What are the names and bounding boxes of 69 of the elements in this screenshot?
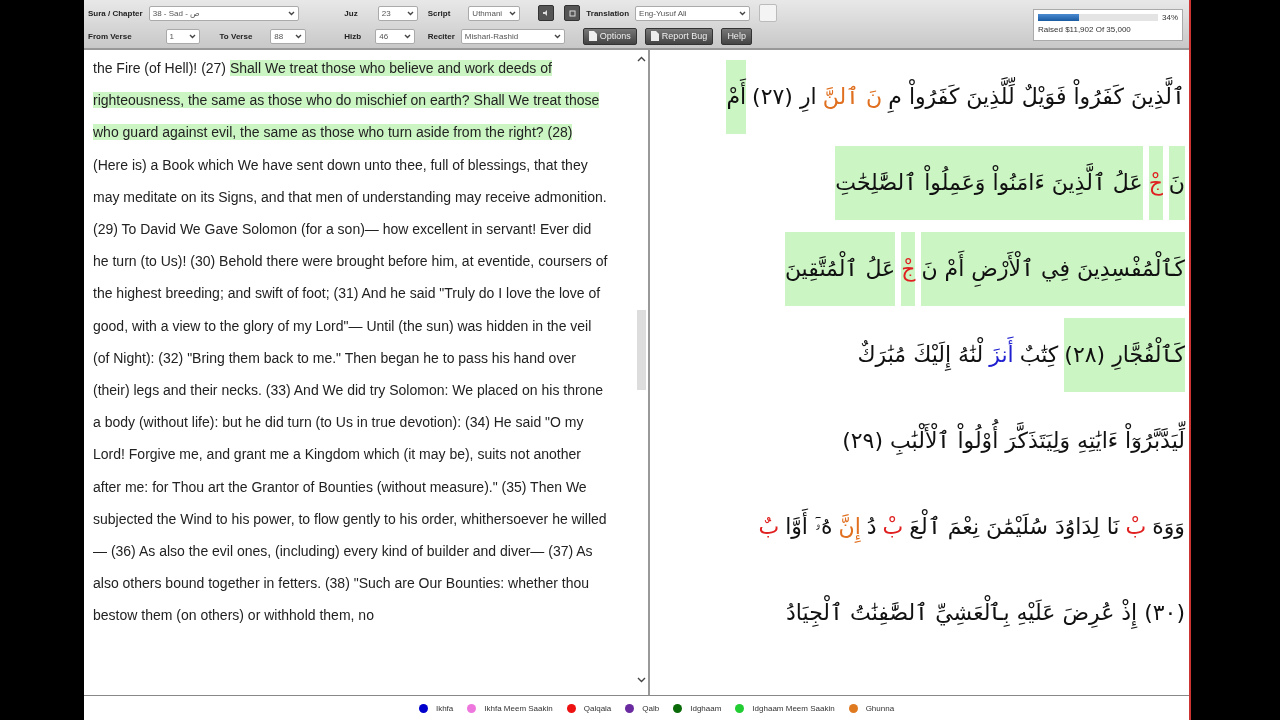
field-label: To Verse [219,31,253,41]
field-label: From Verse [88,31,132,41]
stop-button[interactable] [564,5,581,21]
arabic-text: هُۥٓ أَوَّا [785,490,833,564]
legend-label: Ikhfa Meem Saakin [484,703,553,713]
arabic-text: دُ [866,513,877,541]
toolbar-button[interactable]: Help [721,27,752,45]
arabic-text: كَٱلْمُفْسِدِينَ فِي ٱلْأَرْضِ أَمْ نَ [921,232,1185,306]
arabic-text: ٱلَّذِينَ كَفَرُواْ فَوَيْلٌ لِّلَّذِينَ كَفَرُواْ مِ [888,60,1185,134]
field-label: Juz [344,8,358,18]
audio-button[interactable] [538,5,555,21]
arabic-text: نَ ٱلنَّ [822,83,883,111]
caret-icon [739,10,747,16]
legend-label: Ghunna [865,703,895,713]
arabic-text: أَمْ [726,60,747,134]
arabic-text: جْ [1148,146,1163,220]
arabic-text: (٣٠) إِذْ عُرِضَ عَلَيْهِ بِٱلْعَشِيِّ ٱلصَّٰفِنَٰتُ ٱلْجِيَادُ [786,576,1185,650]
toolbar-button[interactable]: Options [582,27,637,45]
caret-icon [295,33,303,39]
field-label: Sura / Chapter [88,8,143,18]
dropdown[interactable]: 46 [375,28,416,44]
percent-text: 34% [1162,13,1178,22]
field-label: Reciter [427,31,455,41]
arabic-text: عَلُ ٱلْمُتَّقِينَ [784,232,896,306]
arabic-text: عَلُ ٱلَّذِينَ ءَامَنُواْ وَعَمِلُواْ ٱلصَّٰلِحَٰتِ [835,146,1143,220]
arabic-text: ارِ (٢٧) [752,60,817,134]
dropdown[interactable]: 88 [270,28,307,44]
legend-label: Qalb [642,703,660,713]
document-icon [650,31,659,41]
arabic-text: كِتَٰبٌ [1019,341,1059,369]
caret-icon [287,10,295,16]
arabic-text: بْ [1125,513,1147,541]
caret-icon [404,33,412,39]
arabic-text: إِنَّ [838,490,861,564]
legend-label: Idghaam Meem Saakin [752,703,835,713]
arabic-text: لِّيَدَّبَّرُوٓاْ ءَايَٰتِهِ وَلِيَتَذَكَّرَ أُوْلُواْ ٱلْأَلْبَٰبِ (٢٩) [842,404,1185,478]
stop-icon [568,9,576,17]
dropdown[interactable]: 23 [377,5,418,21]
arabic-text: نَ [1168,146,1185,220]
raised-text: Raised $11,902 Of 35,000 [1038,25,1132,34]
field-label: Hizb [344,31,362,41]
arabic-text: جْ [901,232,916,306]
arabic-text: كَٱلْفُجَّارِ (٢٨) [1064,318,1185,392]
arabic-text: وَوَهَ [1152,513,1185,541]
arabic-text: نَا لِدَاوُدَ سُلَيْمَٰنَ نِعْمَ ٱلْعَ [909,490,1120,564]
toolbar-button[interactable]: Report Bug [644,27,714,45]
caret-icon [188,33,196,39]
dropdown[interactable]: Uthmani [468,5,521,21]
dropdown[interactable]: 38 - Sad - ص [148,5,299,21]
scroll-down-icon[interactable] [636,677,646,683]
scrollbar-thumb[interactable] [636,310,646,390]
arabic-text: أَنزَ [989,318,1014,392]
document-icon [588,31,597,41]
dropdown[interactable]: Eng-Yusuf Ali [635,5,751,21]
translation-text: the Fire (of Hell)! (27) Shall We treat those who believe and work deeds of righteousness, the same as those who do mischief on earth? Shall We treat those who guard against evil, the same as those who turn aside from the right? (28) (Here is) a Book which We have sent down unto thee, full of blessings, that they may meditate on its Signs, and that men of understanding may receive admonition. (29) To David We Gave Solomon (for a son)— how excellent in servant! Ever did he turn (to Us)! (30) Behold there were brought before him, at eventide, coursers of the highest breeding; and swift of foot; (31) And he said "Truly do I love the love of good, with a view to the glory of my Lord"— Until (the sun) was hidden in the veil (of Night): (32) "Bring them back to me." Then began he to pass his hand over (their) legs and their necks. (33) And We did try Solomon: We placed on his throne a body (without life): but he did turn (to Us in true devotion): (34) He said "O my Lord! Forgive me, and grant me a Kingdom which (it may be), suits not another after me: for Thou art the Grantor of Bounties (without measure)." (35) Then We subjected the Wind to his power, to flow gently to his order, whithersoever he willed— (36) As also the evil ones, (including) every kind of builder and diver— (37) As also others bound together in fetters. (38) "Such are Our Bounties: whether thou bestow them (on others) or withhold them, no [92,59,609,626]
caret-icon [553,33,561,39]
caret-icon [406,10,414,16]
legend-label: Ikhfa [435,703,454,713]
caret-icon [509,10,517,16]
arabic-text: بٌ [758,513,780,541]
legend-label: Qalqala [583,703,612,713]
field-label: Translation [586,8,630,18]
arabic-text: لْنَٰهُ إِلَيْكَ مُبَٰرَكٌ [857,318,984,392]
arabic-text: بْ [882,513,904,541]
scroll-up-icon[interactable] [636,56,646,62]
legend-label: Idghaam [690,703,722,713]
field-label: Script [427,8,451,18]
dropdown[interactable]: Mishari-Rashid [460,28,565,44]
dropdown[interactable]: 1 [165,28,200,44]
